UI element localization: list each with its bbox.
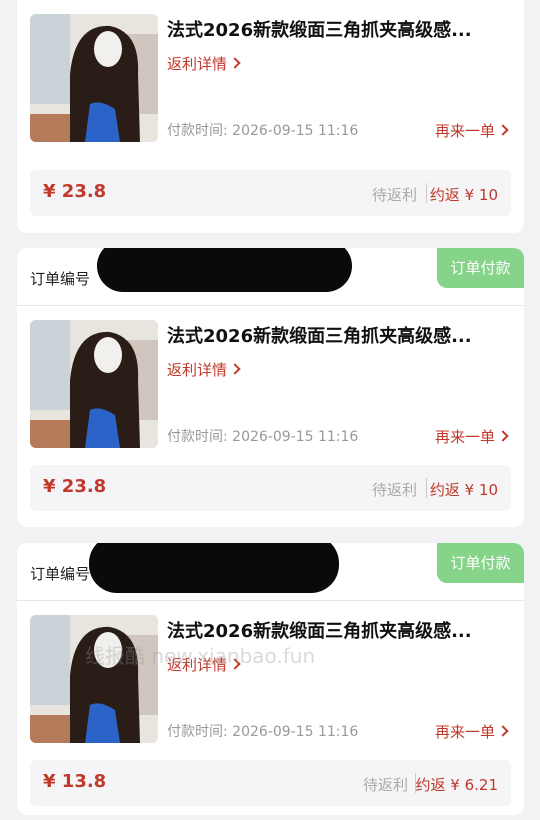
order-number-label: 订单编号 (30, 270, 91, 288)
price-bar: ¥ 23.8 待返利 约返 ¥ 10 (30, 465, 511, 511)
reorder-button[interactable]: 再来一单 (434, 721, 509, 742)
order-number-label: 订单编号 (30, 565, 91, 583)
order-header: 订单编号 订单付款 (17, 248, 524, 306)
product-title[interactable]: 法式2026新款缎面三角抓夹高级感... (167, 322, 507, 348)
reorder-label: 再来一单 (434, 428, 495, 446)
reorder-button[interactable]: 再来一单 (434, 426, 509, 447)
order-price: ¥ 13.8 (43, 771, 107, 792)
rebate-amount: 约返 ¥ 6.21 (415, 776, 498, 794)
rebate-details-link[interactable]: 返利详情 (167, 53, 241, 74)
rebate-details-link[interactable]: 返利详情 (167, 359, 241, 380)
rebate-status: 待返利 (362, 776, 408, 794)
order-price: ¥ 23.8 (43, 181, 107, 202)
rebate-status: 待返利 (371, 481, 417, 499)
order-card: 订单编号 订单付款 法式2026新款缎面三角抓夹高级感... 返利详情 付款时间… (17, 543, 524, 815)
rebate-amount: 约返 ¥ 10 (429, 186, 498, 204)
redaction-mark (97, 248, 352, 292)
payment-time: 付款时间: 2026-09-15 11:16 (167, 724, 359, 740)
rebate-amount: 约返 ¥ 10 (429, 481, 498, 499)
order-card: 法式2026新款缎面三角抓夹高级感... 返利详情 付款时间: 2026-09-… (17, 0, 524, 233)
product-thumbnail[interactable] (30, 320, 158, 448)
reorder-label: 再来一单 (434, 723, 495, 741)
rebate-status: 待返利 (371, 186, 417, 204)
status-badge: 订单付款 (437, 543, 524, 583)
chevron-right-icon (229, 57, 241, 69)
divider (426, 478, 427, 498)
chevron-right-icon (229, 363, 241, 375)
product-row[interactable]: 法式2026新款缎面三角抓夹高级感... 返利详情 付款时间: 2026-09-… (17, 306, 524, 468)
rebate-details-label: 返利详情 (167, 55, 228, 73)
price-bar: ¥ 13.8 待返利 约返 ¥ 6.21 (30, 760, 511, 806)
rebate-details-label: 返利详情 (167, 361, 228, 379)
product-thumbnail[interactable] (30, 615, 158, 743)
reorder-button[interactable]: 再来一单 (434, 120, 509, 141)
chevron-right-icon (497, 124, 509, 136)
watermark: 线报酷 new.xianbao.fun (85, 644, 316, 668)
order-price: ¥ 23.8 (43, 476, 107, 497)
payment-time: 付款时间: 2026-09-15 11:16 (167, 123, 359, 139)
product-row[interactable]: 法式2026新款缎面三角抓夹高级感... 返利详情 付款时间: 2026-09-… (17, 601, 524, 763)
reorder-label: 再来一单 (434, 122, 495, 140)
product-row[interactable]: 法式2026新款缎面三角抓夹高级感... 返利详情 付款时间: 2026-09-… (17, 0, 524, 162)
status-badge: 订单付款 (437, 248, 524, 288)
product-thumbnail[interactable] (30, 14, 158, 142)
order-header: 订单编号 订单付款 (17, 543, 524, 601)
price-bar: ¥ 23.8 待返利 约返 ¥ 10 (30, 170, 511, 216)
chevron-right-icon (497, 430, 509, 442)
divider (426, 183, 427, 203)
redaction-mark (89, 543, 339, 593)
chevron-right-icon (497, 725, 509, 737)
product-title[interactable]: 法式2026新款缎面三角抓夹高级感... (167, 16, 507, 42)
payment-time: 付款时间: 2026-09-15 11:16 (167, 429, 359, 445)
order-card: 订单编号 订单付款 法式2026新款缎面三角抓夹高级感... 返利详情 付款时间… (17, 248, 524, 527)
